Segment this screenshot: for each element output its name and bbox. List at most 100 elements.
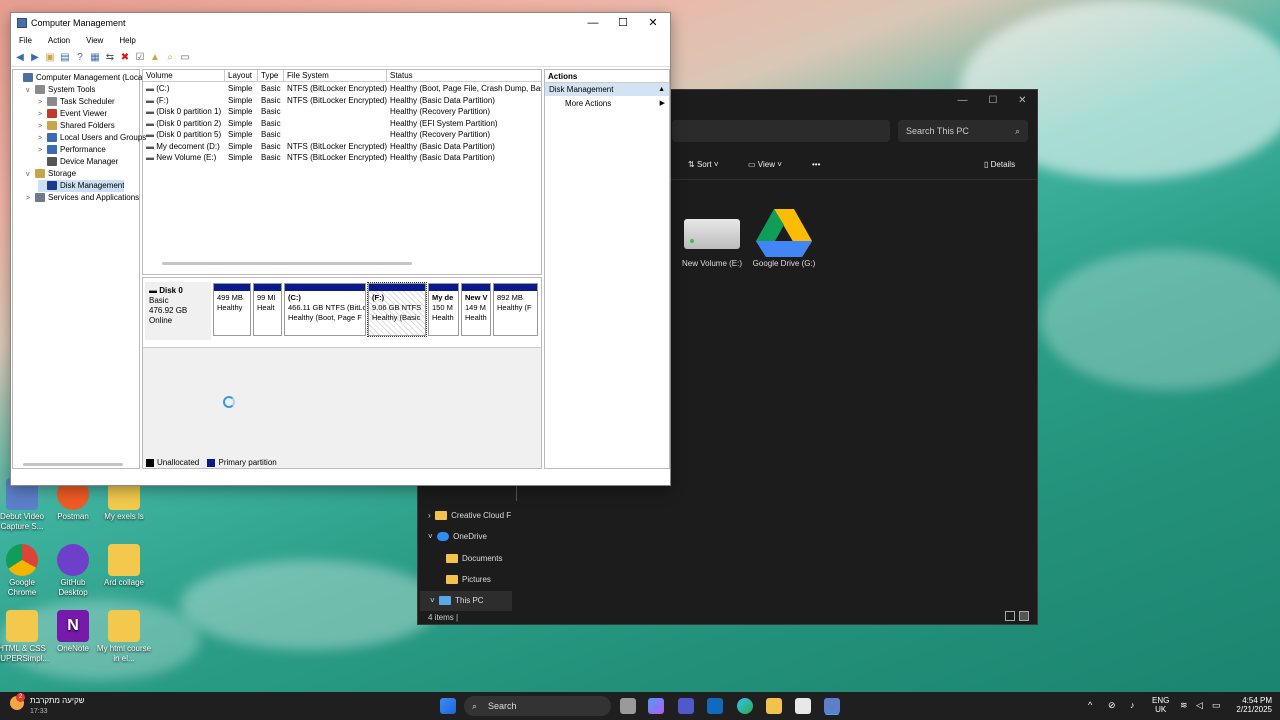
maximize-button[interactable]: ☐ <box>608 13 638 33</box>
task-view-icon[interactable] <box>620 698 636 714</box>
partition-block[interactable]: My de 150 M Health <box>428 283 459 336</box>
column-header[interactable]: Status <box>387 70 541 82</box>
minimize-button[interactable]: — <box>957 95 967 106</box>
partition-block[interactable]: 499 MB Healthy <box>213 283 251 336</box>
column-header[interactable]: Volume <box>143 70 225 82</box>
menu-action[interactable]: Action <box>40 34 78 48</box>
address-bar[interactable] <box>672 120 890 142</box>
show-hide-tree-icon[interactable]: ▤ <box>59 52 71 64</box>
tree-node[interactable]: v Storage <box>26 168 76 180</box>
language-indicator[interactable]: ENG UK <box>1152 696 1169 714</box>
menu-view[interactable]: View <box>78 34 111 48</box>
microphone-icon[interactable]: ♪ <box>1130 700 1135 710</box>
column-header[interactable]: Layout <box>225 70 258 82</box>
disk-info[interactable]: ▬ Disk 0 Basic 476.92 GB Online <box>145 282 211 340</box>
tree-node[interactable]: > Performance <box>38 144 106 156</box>
nav-item-pictures[interactable]: Pictures <box>418 570 518 590</box>
table-row[interactable]: ▬ (Disk 0 partition 2) Simple Basic Healthy… <box>143 118 541 130</box>
start-button[interactable] <box>440 698 456 714</box>
drive-tile-e[interactable]: New Volume (E:) <box>678 207 746 268</box>
search-folder-icon[interactable]: ⌕ <box>164 52 176 64</box>
table-row[interactable]: ▬ (F:) Simple Basic NTFS (BitLocker Encrypt… <box>143 95 541 107</box>
chevron-right-icon[interactable]: > <box>38 97 47 108</box>
forward-icon[interactable]: ▶ <box>29 52 41 64</box>
battery-icon[interactable]: ▭ <box>1212 700 1221 711</box>
details-button[interactable]: ▯ Details <box>984 154 1015 176</box>
clock[interactable]: 4:54 PM 2/21/2025 <box>1230 696 1272 714</box>
sort-button[interactable]: ⇅ Sort ˅ <box>688 154 719 176</box>
close-button[interactable]: ✕ <box>1018 95 1026 106</box>
tree-node[interactable]: v System Tools <box>26 84 95 96</box>
tree-node[interactable]: > Event Viewer <box>38 108 107 120</box>
nav-item-this-pc[interactable]: ˅ This PC <box>420 591 512 611</box>
console-icon[interactable]: ▭ <box>179 52 191 64</box>
chevron-right-icon[interactable]: > <box>38 145 47 156</box>
properties-icon[interactable]: ▦ <box>89 52 101 64</box>
connect-icon[interactable]: ⇆ <box>104 52 116 64</box>
desktop-icon-onenote[interactable]: N OneNote <box>45 610 101 654</box>
more-options-button[interactable]: ••• <box>812 154 820 176</box>
teams-icon[interactable] <box>678 698 694 714</box>
actions-section-disk-management[interactable]: Disk Management ▲ <box>545 83 669 96</box>
partition-block[interactable]: (C:) 466.11 GB NTFS (BitLo Healthy (Boot, … <box>284 283 366 336</box>
maximize-button[interactable]: ☐ <box>988 95 997 106</box>
delete-icon[interactable]: ✖ <box>119 52 131 64</box>
table-row[interactable]: ▬ My decoment (D:) Simple Basic NTFS (BitLo… <box>143 141 541 153</box>
tree-node[interactable]: > Task Scheduler <box>38 96 115 108</box>
chevron-right-icon[interactable]: > <box>38 109 47 120</box>
file-explorer-icon[interactable] <box>766 698 782 714</box>
partition-block[interactable]: (F:) 9.06 GB NTFS Healthy (Basic <box>367 282 427 337</box>
folder-up-icon[interactable]: ▲ <box>149 52 161 64</box>
search-input[interactable]: Search This PC ⌕ <box>898 120 1028 142</box>
details-view-button[interactable] <box>1005 611 1015 621</box>
close-button[interactable]: ✕ <box>638 13 668 33</box>
view-button[interactable]: ▭ View ˅ <box>748 154 782 176</box>
table-row[interactable]: ▬ New Volume (E:) Simple Basic NTFS (BitLoc… <box>143 152 541 164</box>
up-folder-icon[interactable]: ▣ <box>44 52 56 64</box>
tree-node[interactable]: > Services and Applications <box>26 192 139 204</box>
tree-node[interactable]: Computer Management (Local <box>14 72 144 84</box>
column-header[interactable]: File System <box>284 70 387 82</box>
weather-text[interactable]: שקיעה מתקרבת <box>30 696 85 705</box>
tiles-view-button[interactable] <box>1019 611 1029 621</box>
minimize-button[interactable]: — <box>578 13 608 33</box>
nav-item-creative-cloud[interactable]: › Creative Cloud F <box>418 506 518 526</box>
more-actions-item[interactable]: More Actions ▶ <box>545 96 669 112</box>
chevron-right-icon[interactable]: > <box>38 121 47 132</box>
copilot-icon[interactable] <box>648 698 664 714</box>
tree-node[interactable]: > Shared Folders <box>38 120 115 132</box>
chevron-down-icon[interactable]: v <box>26 169 35 180</box>
tree-node[interactable]: Device Manager <box>38 156 118 168</box>
chevron-right-icon[interactable]: > <box>38 133 47 144</box>
desktop-icon-folder[interactable]: HTML & CSS SUPERSimpl... <box>0 610 50 664</box>
volume-icon[interactable]: ◁ <box>1196 700 1203 711</box>
check-icon[interactable]: ☑ <box>134 52 146 64</box>
desktop-icon-github[interactable]: GitHub Desktop <box>45 544 101 598</box>
chevron-right-icon[interactable]: > <box>26 193 35 204</box>
chevron-up-icon[interactable]: ^ <box>1088 700 1092 710</box>
help-icon[interactable]: ? <box>74 52 86 64</box>
desktop-icon-debut[interactable]: Debut Video Capture S... <box>0 478 50 532</box>
snipping-tool-icon[interactable] <box>795 698 811 714</box>
column-header[interactable]: Type <box>258 70 284 82</box>
tree-node[interactable]: > Local Users and Groups <box>38 132 146 144</box>
desktop-icon-folder[interactable]: Ard collage <box>96 544 152 588</box>
nav-item-documents[interactable]: Documents <box>418 549 518 569</box>
partition-block[interactable]: New V 149 M Health <box>461 283 491 336</box>
table-row[interactable]: ▬ (Disk 0 partition 1) Simple Basic Healthy… <box>143 106 541 118</box>
table-row[interactable]: ▬ (C:) Simple Basic NTFS (BitLocker Encrypt… <box>143 83 541 95</box>
menu-file[interactable]: File <box>11 34 40 48</box>
nav-item-onedrive[interactable]: ˅ OneDrive <box>418 527 518 547</box>
chevron-down-icon[interactable]: v <box>26 85 35 96</box>
partition-block[interactable]: 892 MB Healthy (F <box>493 283 538 336</box>
edge-icon[interactable] <box>737 698 753 714</box>
wifi-icon[interactable]: ≋ <box>1180 700 1188 711</box>
menu-help[interactable]: Help <box>111 34 143 48</box>
table-row[interactable]: ▬ (Disk 0 partition 5) Simple Basic Healthy… <box>143 129 541 141</box>
drive-tile-g[interactable]: Google Drive (G:) <box>750 207 818 268</box>
outlook-icon[interactable] <box>707 698 723 714</box>
desktop-icon-folder[interactable]: My html course in el... <box>96 610 152 664</box>
back-icon[interactable]: ◀ <box>14 52 26 64</box>
horizontal-scrollbar[interactable] <box>162 262 412 265</box>
partition-block[interactable]: 99 MI Healt <box>253 283 282 336</box>
